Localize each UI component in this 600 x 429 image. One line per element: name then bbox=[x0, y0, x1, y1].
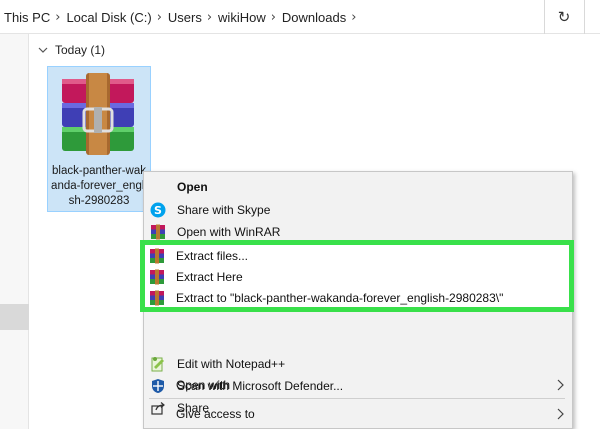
breadcrumb-label: Local Disk (C:) bbox=[66, 9, 152, 25]
chevron-right-icon bbox=[557, 408, 564, 420]
menu-item-label: Extract files... bbox=[176, 249, 249, 263]
refresh-icon[interactable]: ↻ bbox=[555, 8, 573, 26]
breadcrumb-label: Downloads bbox=[281, 9, 347, 25]
chevron-right-icon[interactable]: › bbox=[55, 10, 60, 25]
menu-item-give-access-to[interactable]: Give access to bbox=[143, 403, 571, 425]
menu-item-share-with-skype[interactable]: S Share with Skype bbox=[144, 199, 572, 221]
chevron-right-icon[interactable]: › bbox=[351, 10, 356, 25]
group-label: Today (1) bbox=[55, 43, 106, 57]
chevron-right-icon[interactable]: › bbox=[271, 10, 276, 25]
menu-item-edit-with-notepad-plus-plus[interactable]: Edit with Notepad++ bbox=[144, 353, 572, 375]
file-item[interactable]: black-panther-wakanda-forever_english-29… bbox=[47, 66, 151, 212]
winrar-icon bbox=[150, 269, 164, 285]
navigation-pane[interactable] bbox=[0, 34, 29, 429]
menu-item-label: Open with bbox=[176, 378, 231, 392]
breadcrumb-users[interactable]: Users › bbox=[168, 10, 218, 25]
extract-options-highlight: Extract files... Extract Here Extract to… bbox=[140, 240, 574, 312]
chevron-down-icon[interactable] bbox=[38, 45, 48, 55]
chevron-right-icon[interactable]: › bbox=[207, 10, 212, 25]
menu-item-extract-here[interactable]: Extract Here bbox=[145, 266, 569, 288]
winrar-icon bbox=[150, 290, 164, 306]
breadcrumb-downloads[interactable]: Downloads › bbox=[282, 10, 363, 25]
menu-item-label: Give access to bbox=[176, 407, 255, 421]
breadcrumb-local-disk[interactable]: Local Disk (C:) › bbox=[66, 10, 167, 25]
breadcrumb-label: This PC bbox=[4, 9, 51, 25]
breadcrumb-label: Users bbox=[167, 9, 202, 25]
menu-item-label: Open bbox=[177, 180, 208, 194]
winrar-icon bbox=[150, 248, 164, 264]
chevron-right-icon[interactable]: › bbox=[157, 10, 162, 25]
menu-item-label: Extract to "black-panther-wakanda-foreve… bbox=[176, 291, 504, 305]
menu-item-label: Share with Skype bbox=[177, 203, 271, 217]
nav-item-selected[interactable] bbox=[0, 304, 29, 330]
menu-item-label: Edit with Notepad++ bbox=[177, 357, 286, 371]
menu-item-placeholder bbox=[144, 331, 572, 353]
menu-item-extract-files[interactable]: Extract files... bbox=[145, 245, 569, 267]
breadcrumb[interactable]: This PC › Local Disk (C:) › Users › wiki… bbox=[0, 0, 545, 34]
breadcrumb-wikihow[interactable]: wikiHow › bbox=[218, 10, 282, 25]
chevron-right-icon bbox=[557, 379, 564, 391]
file-name: black-panther-wakanda-forever_english-29… bbox=[51, 165, 147, 207]
menu-item-open[interactable]: Open bbox=[144, 176, 572, 198]
svg-text:S: S bbox=[154, 204, 162, 217]
menu-item-open-with[interactable]: Open with bbox=[143, 374, 571, 396]
breadcrumb-this-pc[interactable]: This PC › bbox=[4, 10, 66, 25]
divider bbox=[584, 0, 585, 34]
skype-icon: S bbox=[150, 202, 166, 218]
menu-item-label: Open with WinRAR bbox=[177, 225, 281, 239]
winrar-archive-icon bbox=[62, 73, 134, 155]
address-bar: This PC › Local Disk (C:) › Users › wiki… bbox=[0, 0, 600, 34]
notepad-plus-plus-icon bbox=[151, 357, 164, 372]
breadcrumb-label: wikiHow bbox=[218, 9, 266, 25]
group-header-today[interactable]: Today (1) bbox=[38, 43, 105, 57]
menu-item-extract-to-folder[interactable]: Extract to "black-panther-wakanda-foreve… bbox=[145, 287, 569, 309]
winrar-icon bbox=[151, 224, 165, 240]
menu-item-label: Extract Here bbox=[176, 270, 243, 284]
